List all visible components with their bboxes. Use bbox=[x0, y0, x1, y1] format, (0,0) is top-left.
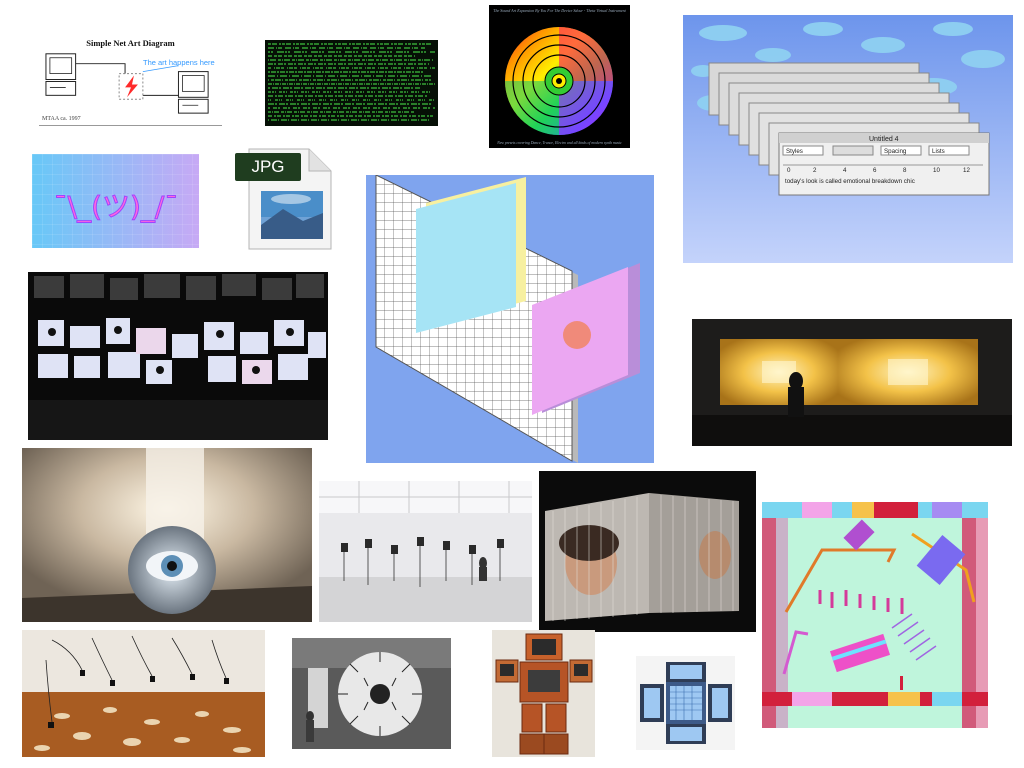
jpg-file-icon: JPG bbox=[231, 147, 335, 251]
ruler-number: 10 bbox=[933, 167, 940, 174]
lists-label: Lists bbox=[932, 148, 945, 155]
diagram-drawing bbox=[45, 53, 209, 114]
net-art-diagram: Simple Net Art Diagram The art happens h… bbox=[39, 36, 222, 126]
spiky-sphere-photo bbox=[292, 638, 451, 749]
ruler-number: 4 bbox=[843, 167, 847, 174]
floor-lights-photo bbox=[22, 630, 265, 757]
isometric-grid-artwork bbox=[366, 175, 654, 463]
spacing-label: Spacing bbox=[884, 148, 907, 155]
curtain-projection-photo bbox=[539, 471, 756, 632]
ruler-number: 0 bbox=[787, 167, 791, 174]
computer-icon bbox=[177, 71, 209, 114]
ruler-number: 2 bbox=[813, 167, 817, 174]
code-screen-image bbox=[265, 40, 438, 126]
styles-label: Styles bbox=[786, 148, 803, 155]
tv-robot-photo bbox=[492, 630, 595, 757]
glitch-art-image bbox=[762, 502, 988, 728]
window-body-text: today's look is called emotional breakdo… bbox=[785, 178, 915, 185]
diagram-caption: The art happens here bbox=[143, 58, 215, 67]
wheel-bottom-text: New presets covering Dance, Trance, Elec… bbox=[497, 140, 622, 145]
window-title: Untitled 4 bbox=[869, 136, 899, 143]
ruler-number: 8 bbox=[903, 167, 907, 174]
tunnel-projection-photo bbox=[692, 319, 1012, 446]
eye-sphere-photo bbox=[22, 448, 312, 622]
ruler-number: 6 bbox=[873, 167, 877, 174]
computer-icon bbox=[45, 53, 77, 96]
cross-screens-photo bbox=[636, 656, 735, 750]
stacked-windows-image: Untitled 4 Styles Spacing Lists 0 2 4 6 … bbox=[683, 15, 1013, 263]
jpg-label: JPG bbox=[235, 153, 301, 181]
shrug-vaporwave-image: ¯\_(ツ)_/¯ bbox=[32, 154, 199, 248]
color-wheel-image: The Sound Art Expansion By You For The D… bbox=[489, 5, 630, 148]
speakers-gallery-photo bbox=[319, 481, 532, 622]
ruler-number: 12 bbox=[963, 167, 970, 174]
diagram-credit: MTAA ca. 1997 bbox=[42, 116, 81, 122]
shrug-text: ¯\_(ツ)_/¯ bbox=[54, 190, 179, 223]
video-screens-photo bbox=[28, 272, 328, 440]
